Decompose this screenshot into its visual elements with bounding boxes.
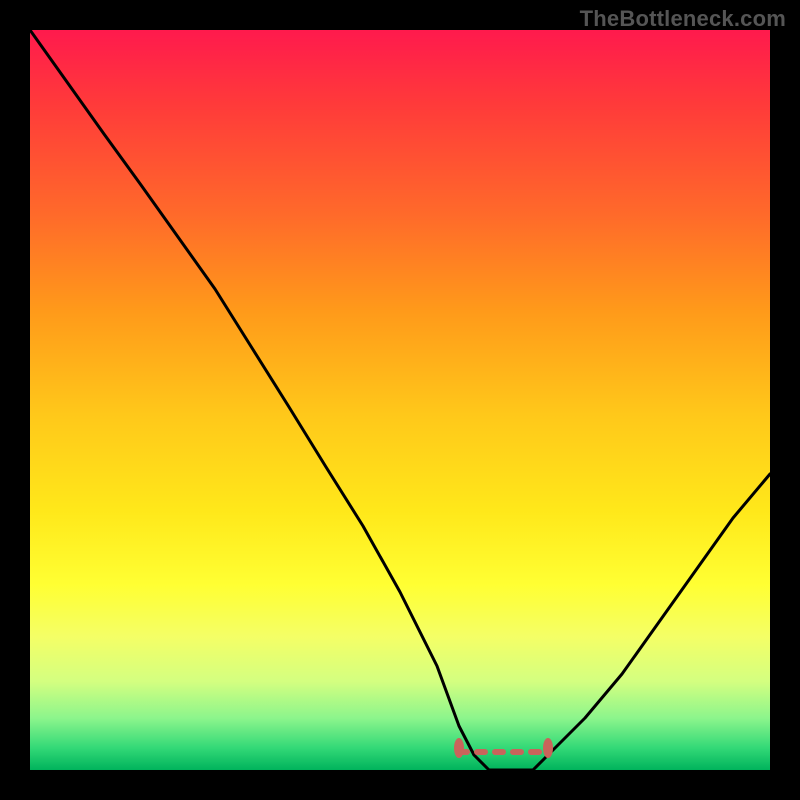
plot-area xyxy=(30,30,770,770)
optimal-range-marker-right xyxy=(543,738,553,758)
watermark-text: TheBottleneck.com xyxy=(580,6,786,32)
chart-frame: TheBottleneck.com xyxy=(0,0,800,800)
bottleneck-curve xyxy=(30,30,770,770)
optimal-range-marker-left xyxy=(454,738,464,758)
curve-layer xyxy=(30,30,770,770)
